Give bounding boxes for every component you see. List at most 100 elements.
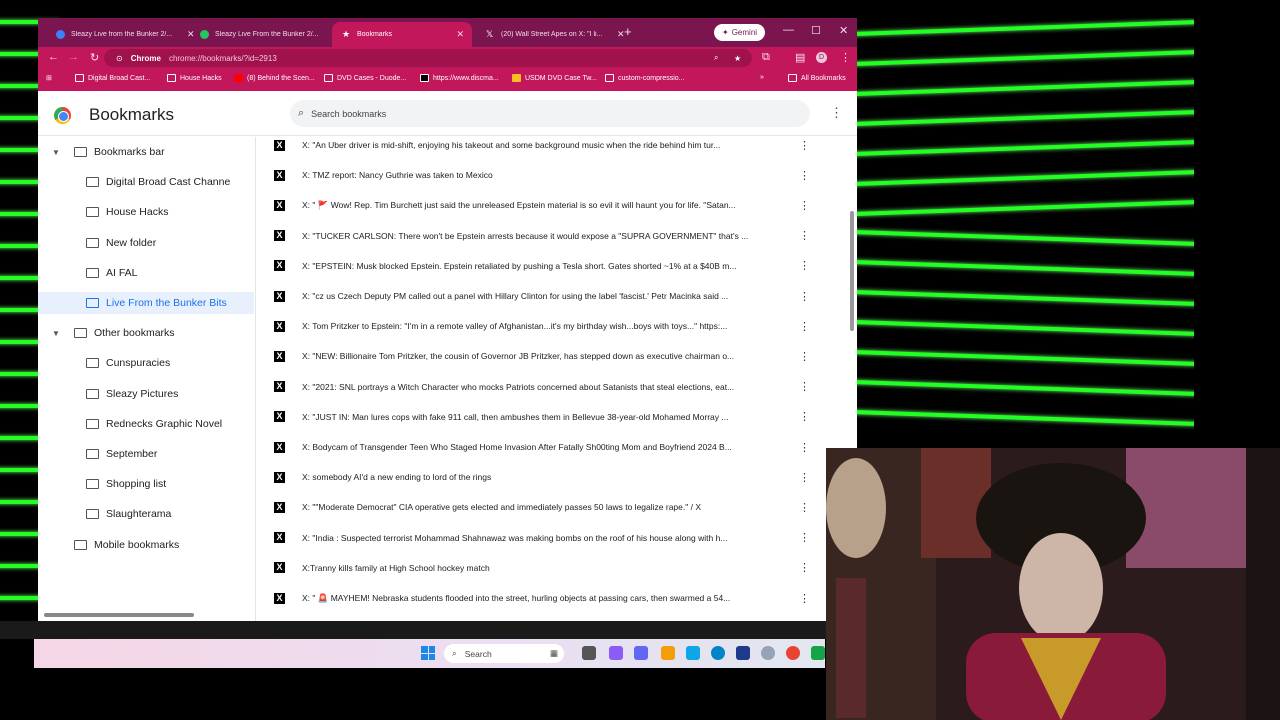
bookmark-bar-item[interactable]: DVD Cases - Duode... bbox=[324, 74, 406, 82]
menu-kebab-icon[interactable]: ⋮ bbox=[799, 259, 810, 272]
bookmark-row[interactable]: X X:Tranny kills family at High School ho… bbox=[256, 553, 825, 583]
menu-kebab-icon[interactable]: ⋮ bbox=[799, 290, 810, 303]
profile-avatar[interactable]: D bbox=[816, 52, 827, 63]
sidebar-folder[interactable]: New folder bbox=[38, 232, 254, 254]
bookmark-row[interactable]: X X: " 🚩 Wow! Rep. Tim Burchett just said… bbox=[256, 190, 825, 220]
extensions-icon[interactable]: ▤ bbox=[795, 51, 805, 64]
menu-kebab-icon[interactable]: ⋮ bbox=[830, 105, 843, 121]
scrollbar[interactable] bbox=[850, 211, 854, 331]
address-bar[interactable]: ⊙ Chrome chrome://bookmarks/?id=2913 ⌕ ★ bbox=[104, 49, 752, 67]
forward-icon[interactable]: → bbox=[68, 51, 79, 63]
sidebar-folder[interactable]: Sleazy Pictures bbox=[38, 383, 254, 405]
tab-sleazy-2[interactable]: Sleazy Live From the Bunker 2/... ✕ bbox=[190, 22, 347, 47]
bookmark-row[interactable]: X X: "India : Suspected terrorist Mohamma… bbox=[256, 523, 825, 553]
x-icon: X bbox=[274, 230, 285, 242]
new-tab-icon[interactable]: + bbox=[624, 24, 632, 39]
sidebar-folder[interactable]: ▼ Other bookmarks bbox=[38, 322, 254, 344]
store-icon[interactable] bbox=[736, 646, 750, 660]
bookmark-row[interactable]: X X: ""Moderate Democrat" CIA operative g… bbox=[256, 492, 825, 522]
sidebar-folder[interactable]: Digital Broad Cast Channe bbox=[38, 171, 254, 193]
bookmark-row[interactable]: X X: "EPSTEIN: Musk blocked Epstein. Epst… bbox=[256, 251, 825, 281]
sidebar-folder[interactable]: ▼ Bookmarks bar bbox=[38, 141, 254, 163]
tab-title: Sleazy Live from the Bunker 2/... bbox=[71, 31, 173, 38]
close-window-icon[interactable]: ✕ bbox=[839, 24, 848, 37]
bookmark-bar-item[interactable]: (8) Behind the Scen... bbox=[234, 74, 315, 82]
back-icon[interactable]: ← bbox=[48, 51, 59, 63]
sidebar-folder[interactable]: Live From the Bunker Bits bbox=[38, 292, 254, 314]
menu-kebab-icon[interactable]: ⋮ bbox=[799, 441, 810, 454]
tab-bookmarks[interactable]: ★ Bookmarks ✕ bbox=[332, 22, 472, 47]
taskbar-search[interactable]: ⌕ Search ▦ bbox=[444, 644, 564, 663]
close-icon[interactable]: ✕ bbox=[456, 29, 464, 40]
bookmark-row[interactable]: X X: TMZ report: Nancy Guthrie was taken … bbox=[256, 160, 825, 190]
chrome-icon[interactable] bbox=[786, 646, 800, 660]
chevron-more-icon[interactable]: » bbox=[760, 74, 764, 81]
menu-kebab-icon[interactable]: ⋮ bbox=[840, 51, 851, 64]
edge-icon[interactable] bbox=[711, 646, 725, 660]
bookmark-row[interactable]: X X: "JUST IN: Man lures cops with fake 9… bbox=[256, 402, 825, 432]
bookmark-row[interactable]: X X: "TUCKER CARLSON: There won't be Epst… bbox=[256, 221, 825, 251]
sidebar-folder-label: Shopping list bbox=[106, 478, 167, 491]
maximize-icon[interactable]: ☐ bbox=[811, 24, 821, 37]
gemini-button[interactable]: ✦ Gemini bbox=[714, 24, 766, 41]
sidebar-folder[interactable]: AI FAL bbox=[38, 262, 254, 284]
sidebar-folder[interactable]: House Hacks bbox=[38, 201, 254, 223]
tab-sleazy-1[interactable]: Sleazy Live from the Bunker 2/... ✕ bbox=[46, 22, 203, 47]
menu-kebab-icon[interactable]: ⋮ bbox=[799, 471, 810, 484]
tab-strip: Sleazy Live from the Bunker 2/... ✕ Slea… bbox=[38, 18, 857, 47]
menu-kebab-icon[interactable]: ⋮ bbox=[799, 410, 810, 423]
sidebar-folder[interactable]: Slaughterama bbox=[38, 503, 254, 525]
menu-kebab-icon[interactable]: ⋮ bbox=[799, 592, 810, 605]
site-icon bbox=[512, 74, 521, 82]
sidebar-folder[interactable]: Cunspuracies bbox=[38, 352, 254, 374]
bookmark-bar-item[interactable]: House Hacks bbox=[167, 74, 222, 82]
settings-icon[interactable] bbox=[761, 646, 775, 660]
bookmark-title: X: ""Moderate Democrat" CIA operative ge… bbox=[302, 502, 702, 513]
bookmark-row[interactable]: X X: "An Uber driver is mid-shift, enjoyi… bbox=[256, 137, 825, 160]
app-icon[interactable] bbox=[811, 646, 825, 660]
caret-down-icon[interactable]: ▼ bbox=[52, 329, 60, 338]
bookmark-row[interactable]: X X: somebody AI'd a new ending to lord o… bbox=[256, 462, 825, 492]
bookmark-bar-item[interactable]: Digital Broad Cast... bbox=[75, 74, 150, 82]
all-bookmarks-button[interactable]: All Bookmarks bbox=[788, 74, 846, 82]
menu-kebab-icon[interactable]: ⋮ bbox=[799, 139, 810, 152]
menu-kebab-icon[interactable]: ⋮ bbox=[799, 350, 810, 363]
bookmark-row[interactable]: X X: " 🚨 MAYHEM! Nebraska students floode… bbox=[256, 583, 825, 613]
bookmark-row[interactable]: X X: Bodycam of Transgender Teen Who Stag… bbox=[256, 432, 825, 462]
search-input[interactable]: ⌕ Search bookmarks bbox=[290, 100, 810, 127]
bookmark-bar-item[interactable]: USDM DVD Case Tw... bbox=[512, 74, 597, 82]
task-view-icon[interactable] bbox=[582, 646, 596, 660]
sidebar-folder[interactable]: Shopping list bbox=[38, 473, 254, 495]
windows-start-icon[interactable] bbox=[421, 646, 435, 660]
menu-kebab-icon[interactable]: ⋮ bbox=[799, 531, 810, 544]
menu-kebab-icon[interactable]: ⋮ bbox=[799, 501, 810, 514]
zoom-icon[interactable]: ⌕ bbox=[714, 53, 718, 63]
sidebar-folder[interactable]: Rednecks Graphic Novel bbox=[38, 413, 254, 435]
bookmark-row[interactable]: X X: Tom Pritzker to Epstein: "I'm in a r… bbox=[256, 311, 825, 341]
bookmark-row[interactable]: X X: "NEW: Billionaire Tom Pritzker, the … bbox=[256, 341, 825, 371]
apps-grid-icon[interactable]: ⊞ bbox=[46, 74, 52, 82]
bookmark-row[interactable]: X X: "2021: SNL portrays a Witch Characte… bbox=[256, 372, 825, 402]
sidebar-folder[interactable]: Mobile bookmarks bbox=[38, 534, 254, 556]
copilot-icon[interactable] bbox=[609, 646, 623, 660]
bookmark-star-icon[interactable]: ★ bbox=[734, 54, 741, 63]
cast-icon[interactable]: ⧉ bbox=[762, 51, 770, 64]
bookmark-row[interactable]: X X: "cz us Czech Deputy PM called out a … bbox=[256, 281, 825, 311]
menu-kebab-icon[interactable]: ⋮ bbox=[799, 229, 810, 242]
file-explorer-icon[interactable] bbox=[661, 646, 675, 660]
menu-kebab-icon[interactable]: ⋮ bbox=[799, 169, 810, 182]
bookmark-bar-item[interactable]: custom-compressio... bbox=[605, 74, 685, 82]
tab-wall-street-apes[interactable]: 𝕏 (20) Wall Street Apes on X: "I li... ✕ bbox=[476, 22, 633, 47]
reload-icon[interactable]: ↻ bbox=[90, 51, 99, 64]
menu-kebab-icon[interactable]: ⋮ bbox=[799, 199, 810, 212]
horizontal-scrollbar[interactable] bbox=[44, 613, 194, 617]
sidebar-folder[interactable]: September bbox=[38, 443, 254, 465]
menu-kebab-icon[interactable]: ⋮ bbox=[799, 380, 810, 393]
teams-icon[interactable] bbox=[634, 646, 648, 660]
minimize-icon[interactable]: — bbox=[783, 24, 794, 36]
caret-down-icon[interactable]: ▼ bbox=[52, 148, 60, 157]
outlook-icon[interactable] bbox=[686, 646, 700, 660]
menu-kebab-icon[interactable]: ⋮ bbox=[799, 320, 810, 333]
bookmark-bar-item[interactable]: https://www.discma... bbox=[420, 74, 499, 82]
menu-kebab-icon[interactable]: ⋮ bbox=[799, 561, 810, 574]
